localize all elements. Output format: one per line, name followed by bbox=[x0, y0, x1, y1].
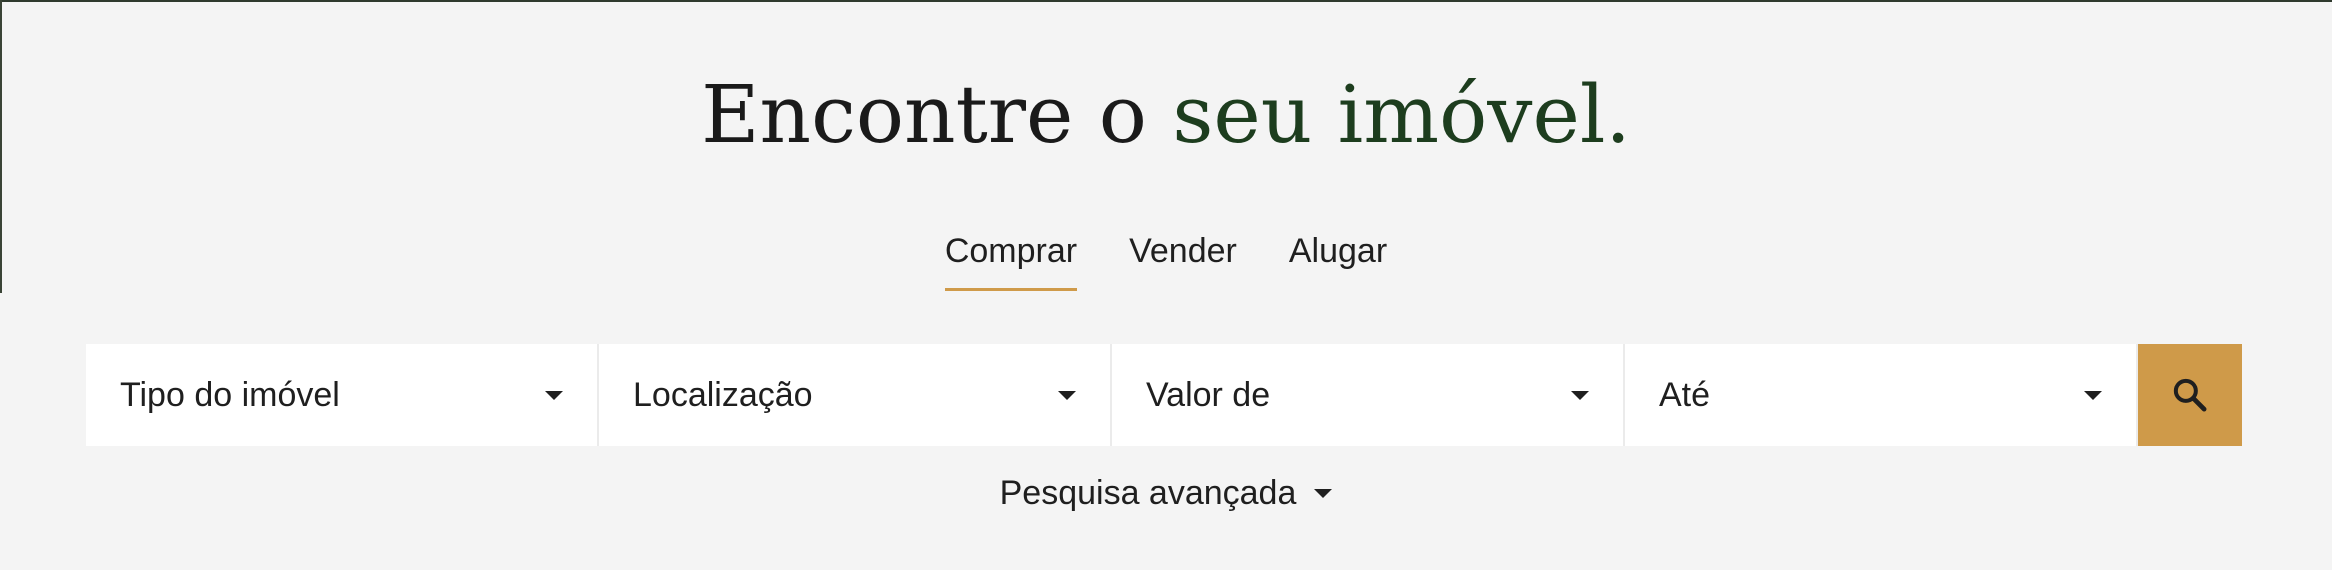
search-icon bbox=[2173, 378, 2207, 412]
page-title: Encontre o seu imóvel. bbox=[0, 55, 2332, 175]
chevron-down-icon bbox=[1314, 489, 1333, 498]
search-button[interactable] bbox=[2138, 344, 2242, 446]
price-to-select[interactable]: Até bbox=[1625, 344, 2138, 446]
property-search-bar: Tipo do imóvel Localização Valor de Até bbox=[86, 344, 2242, 446]
tab-vender[interactable]: Vender bbox=[1129, 232, 1237, 291]
price-from-label: Valor de bbox=[1146, 375, 1271, 414]
tab-label: Comprar bbox=[944, 232, 1078, 270]
page-title-accent: seu imóvel. bbox=[1172, 68, 1631, 161]
transaction-tabs: Comprar Vender Alugar bbox=[0, 232, 2332, 291]
property-type-label: Tipo do imóvel bbox=[120, 375, 340, 414]
price-from-select[interactable]: Valor de bbox=[1112, 344, 1625, 446]
tab-label: Vender bbox=[1129, 232, 1237, 270]
tab-alugar[interactable]: Alugar bbox=[1289, 232, 1387, 291]
tab-label: Alugar bbox=[1288, 232, 1388, 270]
top-image-edge bbox=[0, 0, 2332, 2]
caret-down-icon bbox=[2084, 390, 2102, 400]
tab-comprar[interactable]: Comprar bbox=[944, 232, 1078, 291]
advanced-search-toggle[interactable]: Pesquisa avançada bbox=[1000, 474, 1333, 513]
property-type-select[interactable]: Tipo do imóvel bbox=[86, 344, 599, 446]
caret-down-icon bbox=[545, 390, 563, 400]
advanced-search-label: Pesquisa avançada bbox=[999, 474, 1297, 512]
caret-down-icon bbox=[1571, 390, 1589, 400]
location-select[interactable]: Localização bbox=[599, 344, 1112, 446]
page-title-part1: Encontre o bbox=[701, 68, 1173, 161]
price-to-label: Até bbox=[1659, 375, 1711, 414]
caret-down-icon bbox=[1058, 390, 1076, 400]
advanced-search-row: Pesquisa avançada bbox=[0, 474, 2332, 513]
location-label: Localização bbox=[633, 375, 813, 414]
